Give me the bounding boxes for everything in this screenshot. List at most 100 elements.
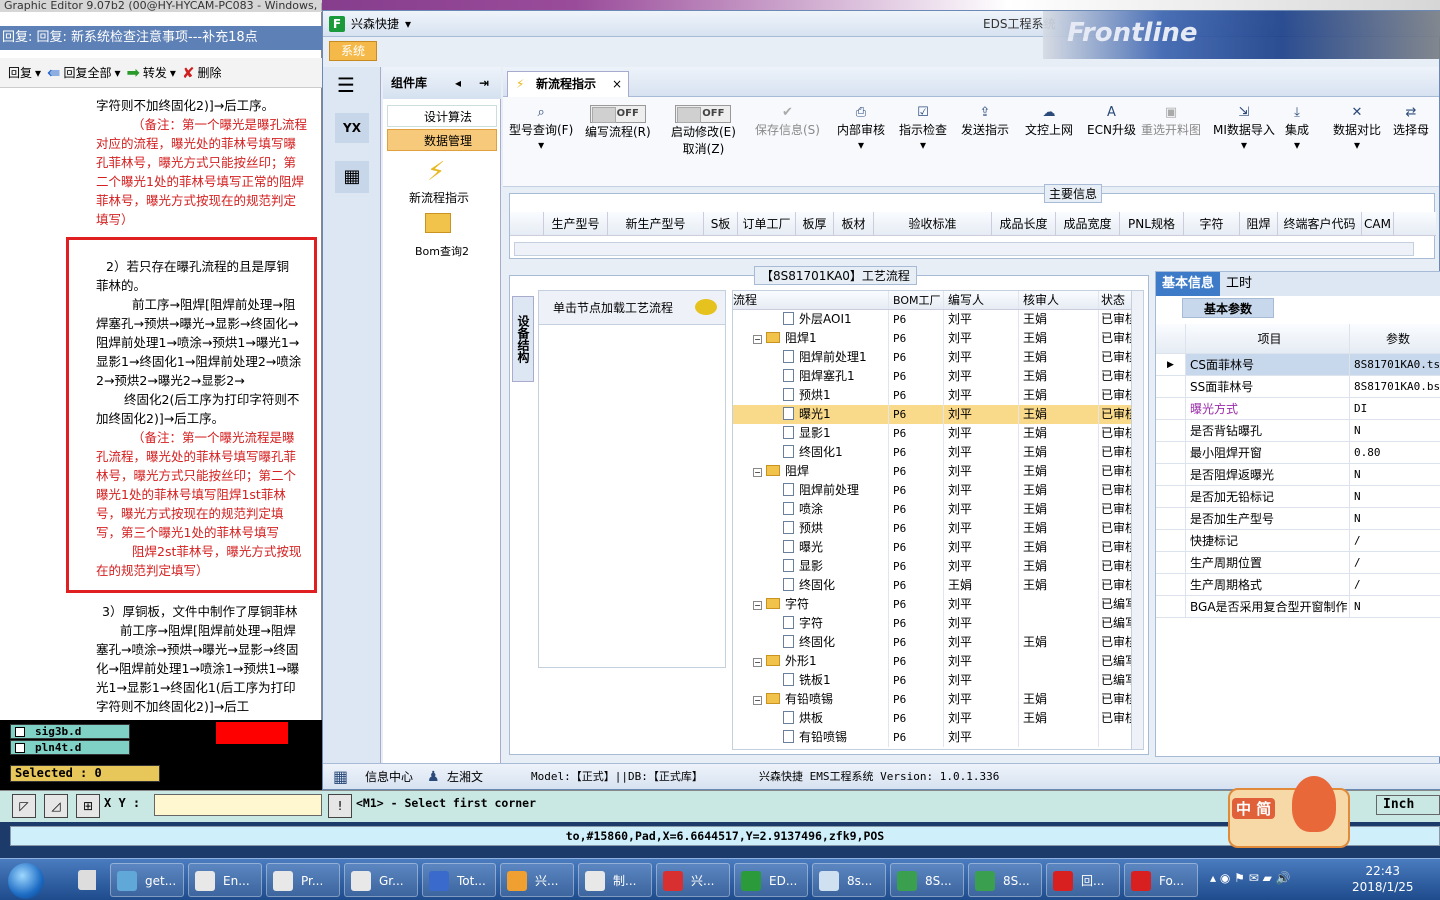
tree-row[interactable]: 终固化P6刘平王娟已审核 [733, 633, 1133, 652]
vertical-scrollbar[interactable] [1131, 291, 1143, 749]
tree-row[interactable]: −阻焊P6刘平王娟已审核 [733, 462, 1133, 481]
taskbar-item[interactable]: Fo... [1124, 863, 1198, 897]
model-query-button[interactable]: ⌕ 型号查询(F) ▾ [509, 105, 573, 152]
tree-row[interactable]: 显影P6刘平王娟已审核 [733, 557, 1133, 576]
taskbar-item[interactable]: En... [188, 863, 262, 897]
param-row[interactable]: ▶ CS面菲林号 8S81701KA0.ts. [1156, 354, 1440, 376]
tree-row[interactable]: 字符P6刘平 已编写 [733, 614, 1133, 633]
column-header[interactable]: 新生产型号 [608, 212, 704, 235]
column-header[interactable]: 流程 [733, 291, 889, 309]
param-value[interactable]: / [1350, 530, 1440, 551]
tab-new-flow[interactable]: ⚡ 新流程指示 × [507, 71, 629, 97]
param-value[interactable]: N [1350, 508, 1440, 529]
component-data-management[interactable]: 数据管理 [387, 129, 497, 151]
taskbar-item[interactable]: 制... [578, 863, 652, 897]
integrate-button[interactable]: ⤓ 集成 ▾ [1285, 105, 1309, 152]
close-icon[interactable]: × [612, 72, 622, 96]
reply-all-button[interactable]: ⇚ 回复全部 ▾ [47, 63, 120, 82]
param-row[interactable]: 最小阻焊开窗 0.80 [1156, 442, 1440, 464]
param-row[interactable]: 是否加生产型号 N [1156, 508, 1440, 530]
bom-query-item[interactable]: Bom查询2 [415, 243, 469, 259]
column-header[interactable]: 板材 [834, 212, 874, 235]
param-value[interactable]: 8S81701KA0.ts. [1350, 354, 1440, 375]
tab-basic-info[interactable]: 基本信息 [1156, 272, 1221, 296]
param-row[interactable]: SS面菲林号8S81701KA0.bs-b [1156, 376, 1440, 398]
tree-row[interactable]: 曝光P6刘平王娟已审核 [733, 538, 1133, 557]
clock[interactable]: 22:43 2018/1/25 [1352, 863, 1414, 895]
info-center-link[interactable]: 信息中心 [365, 764, 413, 790]
calculator-icon[interactable] [72, 863, 96, 897]
param-value[interactable]: 0.80 [1350, 442, 1440, 463]
column-header[interactable]: PNL规格 [1120, 212, 1184, 235]
collapse-icon[interactable]: − [753, 658, 762, 667]
edit-flow-toggle[interactable]: OFF 编写流程(R) [585, 105, 651, 140]
tree-row[interactable]: −有铅喷锡P6刘平王娟已审核 [733, 690, 1133, 709]
param-value[interactable]: / [1350, 552, 1440, 573]
param-row[interactable]: 是否背钻曝孔 N [1156, 420, 1440, 442]
calculator-icon[interactable]: ▦ [335, 161, 369, 193]
column-header[interactable]: 编写人 [944, 291, 1019, 309]
tree-row[interactable]: 阻焊塞孔1P6刘平王娟已审核 [733, 367, 1133, 386]
tree-row[interactable]: 外层AOI1P6刘平王娟已审核 [733, 310, 1133, 329]
mi-import-button[interactable]: ⇲ MI数据导入 ▾ [1213, 105, 1275, 152]
column-header[interactable]: BOM工厂 [889, 291, 944, 309]
system-tab[interactable]: 系统 [329, 41, 377, 61]
tree-row[interactable]: 铣板1P6刘平 已编写 [733, 671, 1133, 690]
taskbar-item[interactable]: 兴... [656, 863, 730, 897]
taskbar-item[interactable]: 兴... [500, 863, 574, 897]
start-button[interactable] [8, 863, 44, 899]
param-row[interactable]: 生产周期位置 / [1156, 552, 1440, 574]
alert-icon[interactable]: ! [328, 794, 352, 818]
column-header[interactable]: 成品长度 [992, 212, 1056, 235]
menu-icon[interactable]: ☰ [337, 73, 355, 97]
tab-work-hours[interactable]: 工时 [1220, 272, 1258, 296]
param-value[interactable]: N [1350, 420, 1440, 441]
check-instruction-button[interactable]: ☑ 指示检查 ▾ [899, 105, 947, 152]
dock-icon[interactable]: ⇥ [479, 67, 489, 99]
param-row[interactable]: 是否加无铅标记 N [1156, 486, 1440, 508]
start-modify-toggle[interactable]: OFF 启动修改(E) 取消(Z) [671, 105, 736, 157]
tree-row[interactable]: 预烘P6刘平王娟已审核 [733, 519, 1133, 538]
column-header[interactable]: 成品宽度 [1056, 212, 1120, 235]
column-header[interactable]: S板 [704, 212, 738, 235]
ecn-upgrade-button[interactable]: A ECN升级 [1087, 105, 1136, 138]
column-header[interactable]: 终端客户代码 [1278, 212, 1362, 235]
collapse-icon[interactable]: − [753, 601, 762, 610]
layer-item[interactable]: pln4t.d [10, 740, 130, 755]
tree-row[interactable]: −外形1P6刘平 已编写 [733, 652, 1133, 671]
param-row[interactable]: BGA是否采用复合型开窗制作 N [1156, 596, 1440, 618]
zoom-area-icon[interactable]: ◿ [44, 794, 68, 818]
collapse-icon[interactable]: − [753, 696, 762, 705]
tree-row[interactable]: 预烘1P6刘平王娟已审核 [733, 386, 1133, 405]
tree-row[interactable]: −阻焊1P6刘平王娟已审核 [733, 329, 1133, 348]
column-header[interactable]: 生产型号 [544, 212, 608, 235]
layer-item[interactable]: sig3b.d [10, 724, 130, 739]
param-row[interactable]: 生产周期格式 / [1156, 574, 1440, 596]
tree-row[interactable]: 阻焊前处理P6刘平王娟已审核 [733, 481, 1133, 500]
column-header[interactable]: 状态 [1099, 291, 1133, 309]
collapse-icon[interactable]: − [753, 468, 762, 477]
tree-row[interactable]: 有铅喷锡 P6 刘平 [733, 728, 1133, 747]
forward-button[interactable]: ➡ 转发 ▾ [127, 63, 176, 82]
component-design-algorithm[interactable]: 设计算法 [387, 105, 497, 127]
column-header[interactable]: CAM [1362, 212, 1394, 235]
column-header[interactable]: 板厚 [796, 212, 834, 235]
param-row[interactable]: 曝光方式 DI [1156, 398, 1440, 420]
select-parent-button[interactable]: ⇄ 选择母 [1393, 105, 1429, 138]
doc-online-button[interactable]: ☁ 文控上网 [1025, 105, 1073, 138]
delete-button[interactable]: ✘ 删除 [182, 64, 222, 82]
internal-review-button[interactable]: ⎙ 内部审核 ▾ [837, 105, 885, 152]
taskbar-item[interactable]: 8S... [890, 863, 964, 897]
data-compare-button[interactable]: ✕ 数据对比 ▾ [1333, 105, 1381, 152]
taskbar-item[interactable]: Pr... [266, 863, 340, 897]
horizontal-scrollbar[interactable] [514, 242, 1414, 256]
taskbar-item[interactable]: Gr... [344, 863, 418, 897]
param-value[interactable]: N [1350, 464, 1440, 485]
lightning-icon[interactable]: ⚡ [427, 157, 445, 187]
param-value[interactable]: DI [1350, 398, 1440, 419]
save-info-button[interactable]: ✔ 保存信息(S) [755, 105, 820, 138]
tree-row[interactable]: 显影1P6刘平王娟已审核 [733, 424, 1133, 443]
units-select[interactable]: Inch [1376, 795, 1440, 815]
tree-row[interactable]: 终固化P6王娟王娟已审核 [733, 576, 1133, 595]
layer-checkbox[interactable] [15, 727, 25, 737]
